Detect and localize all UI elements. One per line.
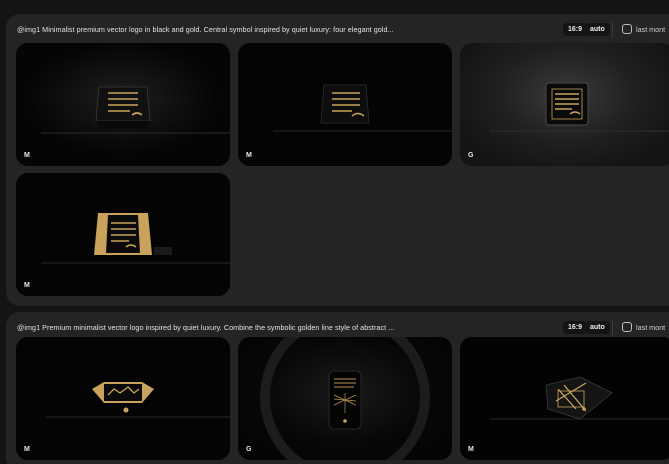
last-month-label: last mont bbox=[636, 25, 666, 34]
last-month-checkbox[interactable] bbox=[622, 24, 632, 34]
prompt-text[interactable]: @img1 Minimalist premium vector logo in … bbox=[17, 25, 394, 34]
generated-image-2[interactable]: M bbox=[238, 43, 452, 166]
dark-card-logo-image bbox=[260, 337, 430, 460]
gold-logo-frame-image bbox=[490, 82, 669, 132]
divider bbox=[612, 320, 613, 336]
g-logo-icon: G bbox=[246, 446, 252, 453]
g-logo-icon: G bbox=[468, 152, 474, 159]
generation-group-2: @img1 Premium minimalist vector logo ins… bbox=[6, 312, 669, 464]
last-month-label: last mont bbox=[636, 323, 666, 332]
m-logo-icon: M bbox=[24, 282, 30, 289]
mode-chip[interactable]: auto bbox=[585, 321, 610, 334]
generated-image-5[interactable]: M bbox=[16, 337, 230, 460]
generated-image-7[interactable]: M bbox=[460, 337, 669, 460]
m-logo-icon: M bbox=[24, 152, 30, 159]
mode-chip[interactable]: auto bbox=[585, 23, 610, 36]
m-logo-icon: M bbox=[24, 446, 30, 453]
gold-abstract-logo-image bbox=[16, 337, 230, 460]
generated-image-3[interactable]: G bbox=[460, 43, 669, 166]
m-logo-icon: M bbox=[468, 446, 474, 453]
prompt-text[interactable]: @img1 Premium minimalist vector logo ins… bbox=[17, 323, 394, 332]
aspect-ratio-chip[interactable]: 16:9 bbox=[563, 321, 588, 334]
group-header: @img1 Minimalist premium vector logo in … bbox=[6, 14, 669, 46]
gold-logo-cube-image bbox=[16, 173, 230, 296]
generated-image-6[interactable]: G bbox=[238, 337, 452, 460]
gold-abstract-cube-image bbox=[460, 337, 669, 460]
divider bbox=[612, 22, 613, 38]
last-month-checkbox[interactable] bbox=[622, 322, 632, 332]
generated-image-4[interactable]: M bbox=[16, 173, 230, 296]
generation-group-1: @img1 Minimalist premium vector logo in … bbox=[6, 14, 669, 306]
aspect-ratio-chip[interactable]: 16:9 bbox=[563, 23, 588, 36]
gold-logo-cube-image bbox=[238, 43, 452, 166]
m-logo-icon: M bbox=[246, 152, 252, 159]
generated-image-1[interactable]: M bbox=[16, 43, 230, 166]
gold-logo-cube-image bbox=[16, 43, 230, 166]
